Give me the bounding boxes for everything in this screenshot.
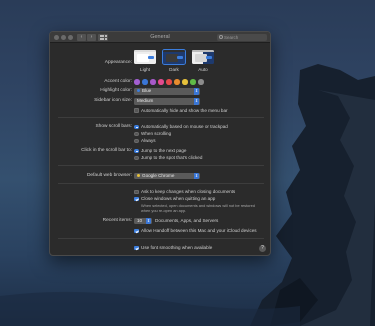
accent-multicolor-swatch[interactable] bbox=[134, 79, 140, 85]
help-button[interactable]: ? bbox=[259, 245, 266, 252]
ask-keep-changes-checkbox[interactable] bbox=[134, 189, 139, 194]
appearance-light-label: Light bbox=[140, 67, 150, 72]
sidebar-icon-size-value: Medium bbox=[137, 98, 154, 103]
scrollbars-auto-label: Automatically based on mouse or trackpad bbox=[141, 124, 228, 129]
scrollbars-auto-radio[interactable] bbox=[134, 124, 139, 129]
divider bbox=[58, 238, 264, 239]
highlight-color-popup[interactable]: Blue ⇕ bbox=[134, 88, 200, 95]
scrollbars-when-scrolling-radio[interactable] bbox=[134, 131, 139, 136]
jump-to-spot-radio[interactable] bbox=[134, 155, 139, 160]
scrollbars-always-radio[interactable] bbox=[134, 138, 139, 143]
accent-yellow-swatch[interactable] bbox=[182, 79, 188, 85]
search-icon bbox=[219, 35, 223, 39]
chrome-icon bbox=[137, 173, 140, 177]
sidebar-icon-size-popup[interactable]: Medium ⇕ bbox=[134, 98, 200, 105]
accent-purple-swatch[interactable] bbox=[150, 79, 156, 85]
highlight-color-label: Highlight color: bbox=[100, 88, 132, 93]
accent-orange-swatch[interactable] bbox=[174, 79, 180, 85]
system-preferences-window: ‹ › General Search Appearance: Light Dar… bbox=[49, 31, 271, 256]
desktop: ‹ › General Search Appearance: Light Dar… bbox=[0, 0, 375, 326]
appearance-auto-label: Auto bbox=[198, 67, 208, 72]
click-scroll-bar-label: Click in the scroll bar to: bbox=[81, 148, 132, 153]
divider bbox=[58, 165, 264, 166]
scrollbars-always-label: Always bbox=[141, 138, 156, 143]
chevron-updown-icon: ⇕ bbox=[194, 88, 199, 95]
ask-keep-changes-label: Ask to keep changes when closing documen… bbox=[141, 189, 236, 194]
search-field[interactable]: Search bbox=[217, 34, 267, 41]
search-placeholder: Search bbox=[224, 35, 239, 40]
chevron-updown-icon: ⇕ bbox=[194, 172, 199, 179]
chevron-updown-icon: ⇕ bbox=[194, 98, 199, 105]
accent-pink-swatch[interactable] bbox=[158, 79, 164, 85]
jump-next-page-radio[interactable] bbox=[134, 148, 139, 153]
blue-dot-icon bbox=[137, 89, 140, 93]
default-browser-popup[interactable]: Google Chrome ⇕ bbox=[134, 172, 200, 179]
recent-items-value: 10 bbox=[137, 217, 143, 223]
divider bbox=[58, 183, 264, 184]
accent-graphite-swatch[interactable] bbox=[198, 79, 204, 85]
chevron-updown-icon: ⇕ bbox=[146, 217, 151, 224]
recent-items-suffix: Documents, Apps, and Servers bbox=[155, 218, 219, 223]
handoff-checkbox[interactable] bbox=[134, 228, 139, 233]
accent-green-swatch[interactable] bbox=[190, 79, 196, 85]
divider bbox=[58, 117, 264, 118]
default-browser-value: Google Chrome bbox=[142, 172, 175, 178]
appearance-label: Appearance: bbox=[104, 60, 132, 65]
font-smoothing-checkbox[interactable] bbox=[134, 245, 139, 250]
show-scroll-bars-label: Show scroll bars: bbox=[95, 124, 132, 129]
recent-items-label: Recent items: bbox=[102, 218, 132, 223]
default-browser-label: Default web browser: bbox=[86, 173, 132, 178]
auto-hide-menubar-label: Automatically hide and show the menu bar bbox=[141, 107, 228, 113]
jump-to-spot-label: Jump to the spot that's clicked bbox=[141, 155, 203, 160]
accent-red-swatch[interactable] bbox=[166, 79, 172, 85]
appearance-light-option[interactable] bbox=[134, 50, 156, 64]
handoff-label: Allow Handoff between this Mac and your … bbox=[141, 228, 257, 233]
appearance-auto-option[interactable] bbox=[192, 50, 214, 64]
appearance-dark-label: Dark bbox=[169, 67, 179, 72]
highlight-color-value: Blue bbox=[142, 88, 152, 93]
font-smoothing-label: Use font smoothing when available bbox=[141, 245, 213, 250]
close-windows-label: Close windows when quitting an app bbox=[141, 196, 216, 201]
recent-items-popup[interactable]: 10 ⇕ bbox=[134, 217, 152, 224]
title-bar: ‹ › General Search bbox=[50, 32, 270, 43]
close-windows-checkbox[interactable] bbox=[134, 196, 139, 201]
jump-next-page-label: Jump to the next page bbox=[141, 148, 187, 153]
scrollbars-when-scrolling-label: When scrolling bbox=[141, 131, 172, 136]
accent-color-label: Accent color: bbox=[104, 79, 132, 84]
auto-hide-menubar-checkbox[interactable] bbox=[134, 108, 139, 113]
sidebar-icon-size-label: Sidebar icon size: bbox=[94, 98, 132, 103]
close-windows-note: When selected, open documents and window… bbox=[141, 203, 255, 213]
accent-blue-swatch[interactable] bbox=[142, 79, 148, 85]
appearance-dark-option[interactable] bbox=[162, 49, 186, 65]
